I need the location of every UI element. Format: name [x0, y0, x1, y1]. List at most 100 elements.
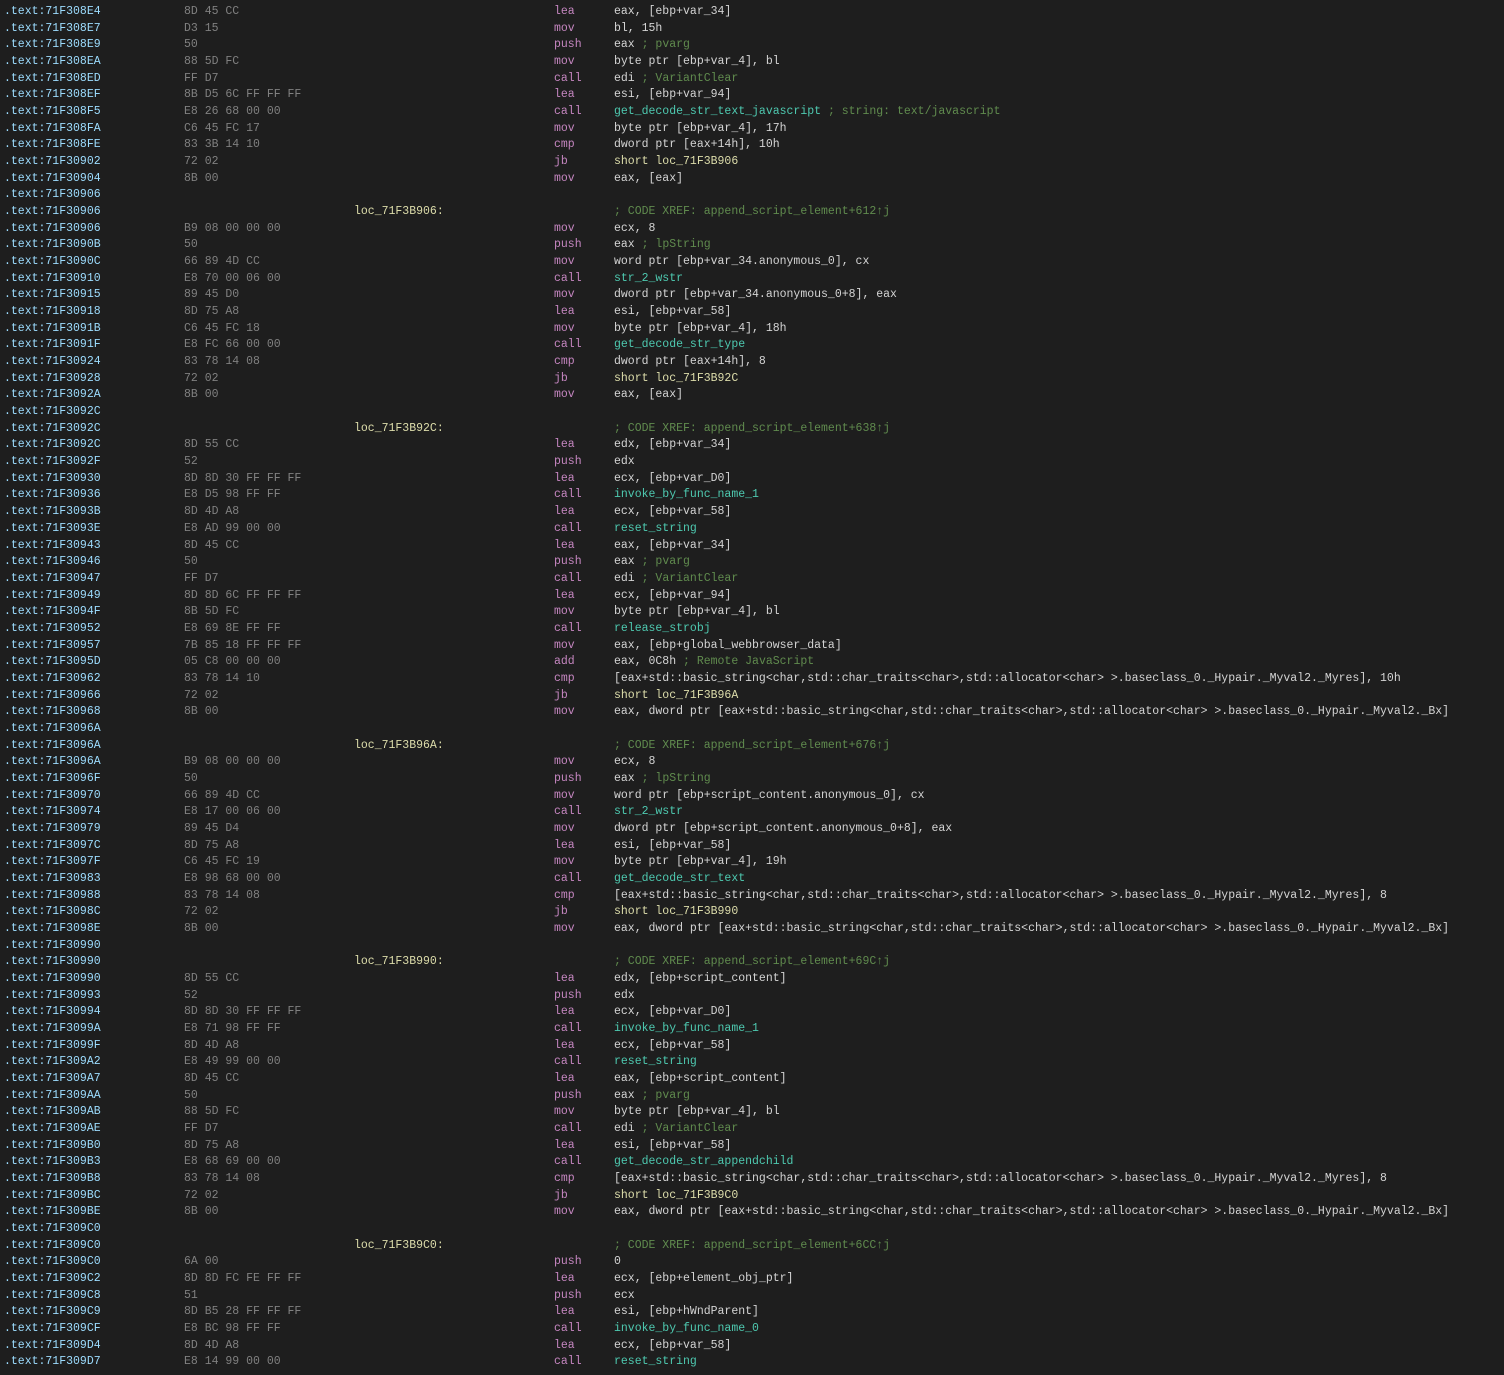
code-line[interactable]: .text:71F309948D 8D 30 FF FF FFleaecx, [… — [0, 1004, 1504, 1021]
code-line[interactable]: .text:71F309D48D 4D A8leaecx, [ebp+var_5… — [0, 1338, 1504, 1355]
code-line[interactable]: .text:71F308E48D 45 CCleaeax, [ebp+var_3… — [0, 4, 1504, 21]
operands: ; CODE XREF: append_script_element+69C↑j — [614, 954, 1500, 971]
code-line[interactable]: .text:71F3099F8D 4D A8leaecx, [ebp+var_5… — [0, 1038, 1504, 1055]
code-line[interactable]: .text:71F308E7D3 15movbl, 15h — [0, 21, 1504, 38]
code-line[interactable]: .text:71F3091BC6 45 FC 18movbyte ptr [eb… — [0, 321, 1504, 338]
code-line[interactable]: .text:71F308FE83 3B 14 10cmpdword ptr [e… — [0, 137, 1504, 154]
code-line[interactable]: .text:71F30906loc_71F3B906: ; CODE XREF:… — [0, 204, 1504, 221]
code-line[interactable]: .text:71F309188D 75 A8leaesi, [ebp+var_5… — [0, 304, 1504, 321]
bytes: E8 71 98 FF FF — [184, 1021, 354, 1038]
code-line[interactable]: .text:71F309C0loc_71F3B9C0: ; CODE XREF:… — [0, 1238, 1504, 1255]
address: .text:71F309D4 — [4, 1338, 184, 1355]
code-line[interactable]: .text:71F30974E8 17 00 06 00callstr_2_ws… — [0, 804, 1504, 821]
code-line[interactable]: .text:71F3098E8B 00moveax, dword ptr [ea… — [0, 921, 1504, 938]
code-line[interactable]: .text:71F3092F52pushedx — [0, 454, 1504, 471]
code-line[interactable]: .text:71F308EDFF D7calledi ; VariantClea… — [0, 71, 1504, 88]
code-line[interactable]: .text:71F308EF8B D5 6C FF FF FFleaesi, [… — [0, 87, 1504, 104]
code-line[interactable]: .text:71F30990loc_71F3B990: ; CODE XREF:… — [0, 954, 1504, 971]
bytes: 72 02 — [184, 688, 354, 705]
code-line[interactable]: .text:71F30990 — [0, 938, 1504, 955]
code-line[interactable]: .text:71F309A2E8 49 99 00 00callreset_st… — [0, 1054, 1504, 1071]
code-line[interactable]: .text:71F30952E8 69 8E FF FFcallrelease_… — [0, 621, 1504, 638]
code-line[interactable]: .text:71F3092Cloc_71F3B92C: ; CODE XREF:… — [0, 421, 1504, 438]
code-line[interactable]: .text:71F3097FC6 45 FC 19movbyte ptr [eb… — [0, 854, 1504, 871]
code-line[interactable]: .text:71F3097C8D 75 A8leaesi, [ebp+var_5… — [0, 838, 1504, 855]
code-line[interactable]: .text:71F309048B 00moveax, [eax] — [0, 171, 1504, 188]
code-line[interactable]: .text:71F308EA88 5D FCmovbyte ptr [ebp+v… — [0, 54, 1504, 71]
mnemonic: push — [554, 1088, 614, 1105]
code-line[interactable]: .text:71F30906B9 08 00 00 00movecx, 8 — [0, 221, 1504, 238]
code-line[interactable]: .text:71F309308D 8D 30 FF FF FFleaecx, [… — [0, 471, 1504, 488]
address: .text:71F3099A — [4, 1021, 184, 1038]
mnemonic: lea — [554, 1138, 614, 1155]
code-line[interactable]: .text:71F3096A — [0, 721, 1504, 738]
code-line[interactable]: .text:71F308FAC6 45 FC 17movbyte ptr [eb… — [0, 121, 1504, 138]
code-line[interactable]: .text:71F309A78D 45 CCleaeax, [ebp+scrip… — [0, 1071, 1504, 1088]
code-line[interactable]: .text:71F3092483 78 14 08cmpdword ptr [e… — [0, 354, 1504, 371]
code-line[interactable]: .text:71F3096Aloc_71F3B96A: ; CODE XREF:… — [0, 738, 1504, 755]
code-line[interactable]: .text:71F30910E8 70 00 06 00callstr_2_ws… — [0, 271, 1504, 288]
code-line[interactable]: .text:71F309BC72 02jbshort loc_71F3B9C0 — [0, 1188, 1504, 1205]
code-line[interactable]: .text:71F3098883 78 14 08cmp[eax+std::ba… — [0, 888, 1504, 905]
code-line[interactable]: .text:71F3096AB9 08 00 00 00movecx, 8 — [0, 754, 1504, 771]
code-line[interactable]: .text:71F3099352pushedx — [0, 988, 1504, 1005]
operands: edx — [614, 988, 1500, 1005]
code-line[interactable]: .text:71F3090272 02jbshort loc_71F3B906 — [0, 154, 1504, 171]
code-line[interactable]: .text:71F3093B8D 4D A8leaecx, [ebp+var_5… — [0, 504, 1504, 521]
label — [354, 321, 554, 338]
code-line[interactable]: .text:71F308F5E8 26 68 00 00callget_deco… — [0, 104, 1504, 121]
mnemonic: mov — [554, 704, 614, 721]
code-line[interactable]: .text:71F3099AE8 71 98 FF FFcallinvoke_b… — [0, 1021, 1504, 1038]
code-line[interactable]: .text:71F308E950pusheax ; pvarg — [0, 37, 1504, 54]
code-line[interactable]: .text:71F3097989 45 D4movdword ptr [ebp+… — [0, 821, 1504, 838]
code-line[interactable]: .text:71F309688B 00moveax, dword ptr [ea… — [0, 704, 1504, 721]
code-line[interactable]: .text:71F3096672 02jbshort loc_71F3B96A — [0, 688, 1504, 705]
code-line[interactable]: .text:71F309B08D 75 A8leaesi, [ebp+var_5… — [0, 1138, 1504, 1155]
code-line[interactable]: .text:71F3096F50pusheax ; lpString — [0, 771, 1504, 788]
code-line[interactable]: .text:71F3095D05 C8 00 00 00addeax, 0C8h… — [0, 654, 1504, 671]
code-line[interactable]: .text:71F309C28D 8D FC FE FF FFleaecx, [… — [0, 1271, 1504, 1288]
code-line[interactable]: .text:71F309C06A 00push0 — [0, 1254, 1504, 1271]
code-line[interactable]: .text:71F3090B50pusheax ; lpString — [0, 237, 1504, 254]
code-line[interactable]: .text:71F309AA50pusheax ; pvarg — [0, 1088, 1504, 1105]
code-line[interactable]: .text:71F309438D 45 CCleaeax, [ebp+var_3… — [0, 538, 1504, 555]
comment: ; lpString — [635, 238, 711, 251]
code-line[interactable]: .text:71F309B883 78 14 08cmp[eax+std::ba… — [0, 1171, 1504, 1188]
code-line[interactable]: .text:71F3092C — [0, 404, 1504, 421]
code-line[interactable]: .text:71F3092C8D 55 CCleaedx, [ebp+var_3… — [0, 437, 1504, 454]
code-line[interactable]: .text:71F309908D 55 CCleaedx, [ebp+scrip… — [0, 971, 1504, 988]
bytes: 52 — [184, 988, 354, 1005]
code-line[interactable]: .text:71F30983E8 98 68 00 00callget_deco… — [0, 871, 1504, 888]
code-line[interactable]: .text:71F3092A8B 00moveax, [eax] — [0, 387, 1504, 404]
code-line[interactable]: .text:71F309BE8B 00moveax, dword ptr [ea… — [0, 1204, 1504, 1221]
code-line[interactable]: .text:71F3091589 45 D0movdword ptr [ebp+… — [0, 287, 1504, 304]
address: .text:71F3098E — [4, 921, 184, 938]
code-line[interactable]: .text:71F3090C66 89 4D CCmovword ptr [eb… — [0, 254, 1504, 271]
code-line[interactable]: .text:71F3093EE8 AD 99 00 00callreset_st… — [0, 521, 1504, 538]
code-line[interactable]: .text:71F3098C72 02jbshort loc_71F3B990 — [0, 904, 1504, 921]
code-line[interactable]: .text:71F309AB88 5D FCmovbyte ptr [ebp+v… — [0, 1104, 1504, 1121]
code-line[interactable]: .text:71F30936E8 D5 98 FF FFcallinvoke_b… — [0, 487, 1504, 504]
code-line[interactable]: .text:71F30906 — [0, 187, 1504, 204]
label — [354, 638, 554, 655]
code-line[interactable]: .text:71F30947FF D7calledi ; VariantClea… — [0, 571, 1504, 588]
code-line[interactable]: .text:71F309B3E8 68 69 00 00callget_deco… — [0, 1154, 1504, 1171]
code-line[interactable]: .text:71F3094650pusheax ; pvarg — [0, 554, 1504, 571]
code-line[interactable]: .text:71F309577B 85 18 FF FF FFmoveax, [… — [0, 638, 1504, 655]
code-line[interactable]: .text:71F3097066 89 4D CCmovword ptr [eb… — [0, 788, 1504, 805]
code-line[interactable]: .text:71F309C0 — [0, 1221, 1504, 1238]
bytes: B9 08 00 00 00 — [184, 221, 354, 238]
code-line[interactable]: .text:71F309498D 8D 6C FF FF FFleaecx, [… — [0, 588, 1504, 605]
code-line[interactable]: .text:71F309C851pushecx — [0, 1288, 1504, 1305]
bytes — [184, 721, 354, 738]
code-line[interactable]: .text:71F3096283 78 14 10cmp[eax+std::ba… — [0, 671, 1504, 688]
code-line[interactable]: .text:71F309C98D B5 28 FF FF FFleaesi, [… — [0, 1304, 1504, 1321]
code-line[interactable]: .text:71F3091FE8 FC 66 00 00callget_deco… — [0, 337, 1504, 354]
comment: ; VariantClear — [635, 1122, 739, 1135]
code-line[interactable]: .text:71F3094F8B 5D FCmovbyte ptr [ebp+v… — [0, 604, 1504, 621]
code-line[interactable]: .text:71F3092872 02jbshort loc_71F3B92C — [0, 371, 1504, 388]
bytes: 88 5D FC — [184, 54, 354, 71]
code-line[interactable]: .text:71F309CFE8 BC 98 FF FFcallinvoke_b… — [0, 1321, 1504, 1338]
code-line[interactable]: .text:71F309AEFF D7calledi ; VariantClea… — [0, 1121, 1504, 1138]
code-line[interactable]: .text:71F309D7E8 14 99 00 00callreset_st… — [0, 1354, 1504, 1371]
